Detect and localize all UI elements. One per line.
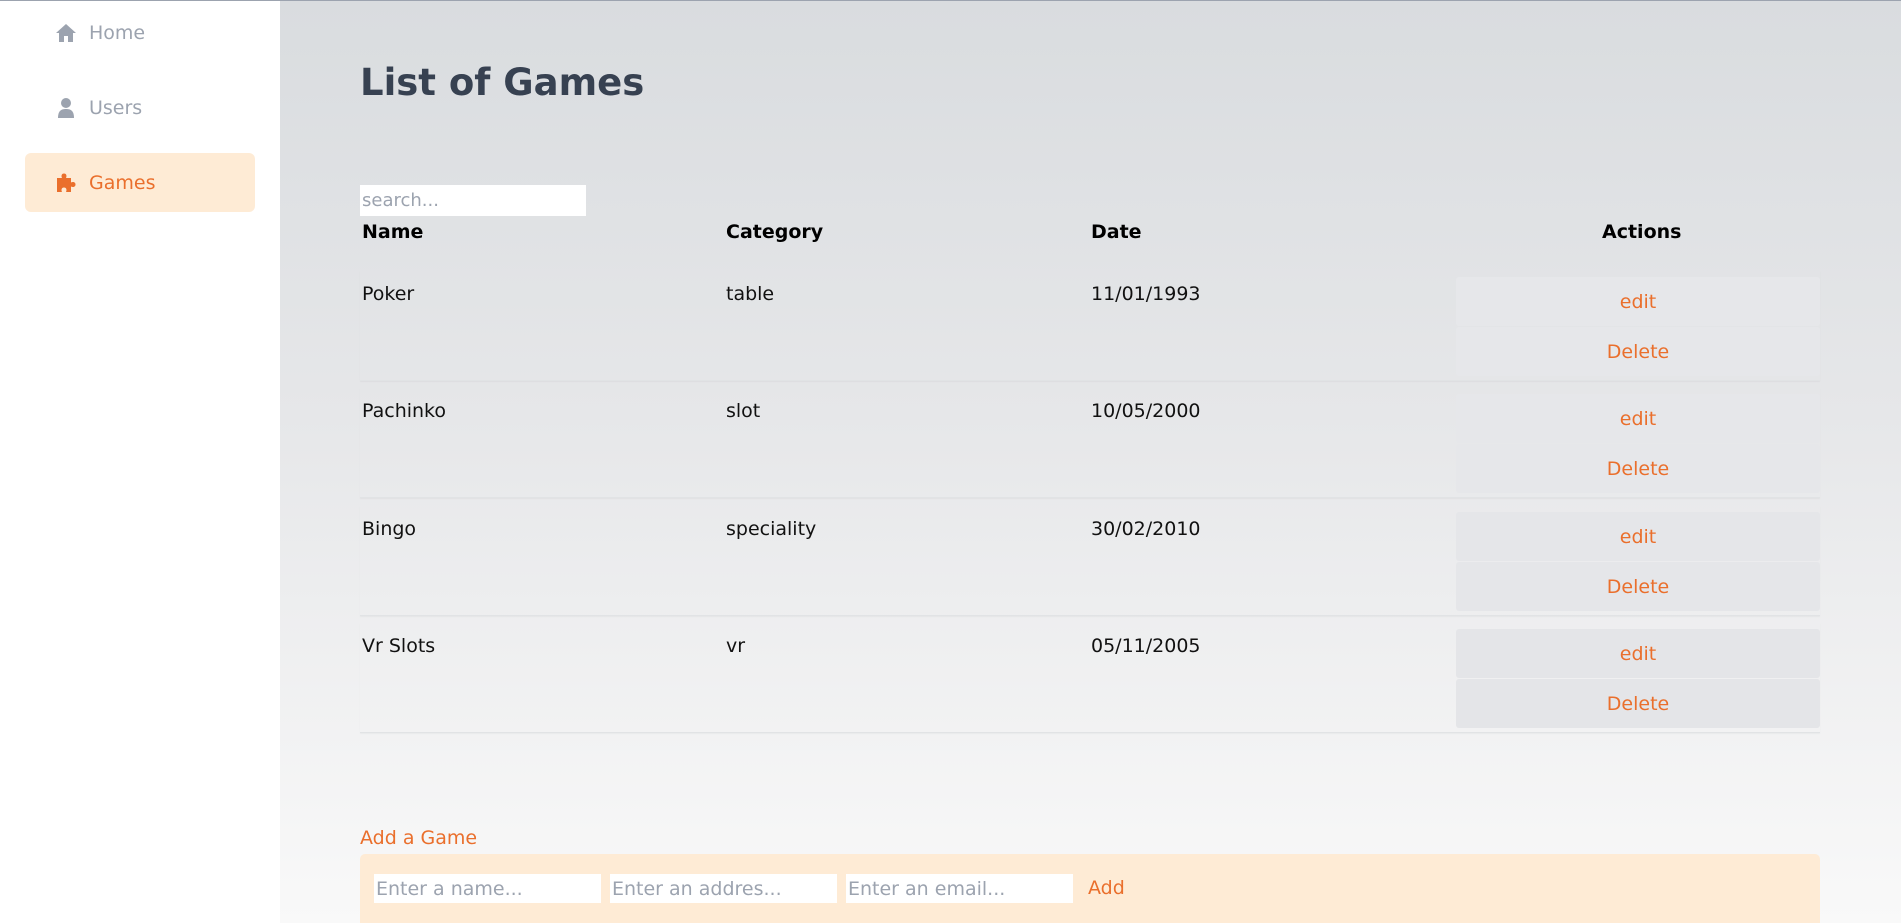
name-field[interactable] xyxy=(374,874,601,903)
sidebar-item-label: Home xyxy=(89,21,146,44)
cell-name: Pachinko xyxy=(362,400,447,422)
cell-category: slot xyxy=(726,400,761,422)
row-actions: edit Delete xyxy=(1456,512,1820,612)
add-game-form: Add xyxy=(360,854,1820,923)
app-root: Home Users Games List of Games Name Cate… xyxy=(0,0,1901,923)
edit-button[interactable]: edit xyxy=(1456,394,1820,443)
search-input[interactable] xyxy=(360,185,586,216)
add-game-title: Add a Game xyxy=(360,827,478,849)
row-actions: edit Delete xyxy=(1456,277,1820,377)
page-title: List of Games xyxy=(360,61,645,104)
cell-name: Vr Slots xyxy=(362,635,436,657)
cell-category: table xyxy=(726,283,775,305)
table-row: Pachinko slot 10/05/2000 edit Delete xyxy=(360,388,1820,498)
delete-button[interactable]: Delete xyxy=(1456,679,1820,728)
edit-button[interactable]: edit xyxy=(1456,629,1820,678)
cell-name: Bingo xyxy=(362,518,417,540)
row-actions: edit Delete xyxy=(1456,629,1820,729)
email-field[interactable] xyxy=(846,874,1073,903)
address-field[interactable] xyxy=(610,874,837,903)
column-header-category: Category xyxy=(726,221,824,243)
table-row: Bingo speciality 30/02/2010 edit Delete xyxy=(360,506,1820,616)
delete-button[interactable]: Delete xyxy=(1456,444,1820,493)
add-button[interactable]: Add xyxy=(1088,874,1125,903)
cell-date: 30/02/2010 xyxy=(1091,518,1201,540)
table-row: Vr Slots vr 05/11/2005 edit Delete xyxy=(360,623,1820,733)
column-header-actions: Actions xyxy=(1602,221,1682,243)
sidebar-item-label: Games xyxy=(89,171,156,194)
cell-category: vr xyxy=(726,635,746,657)
cell-name: Poker xyxy=(362,283,415,305)
row-actions: edit Delete xyxy=(1456,394,1820,494)
delete-button[interactable]: Delete xyxy=(1456,327,1820,376)
column-header-name: Name xyxy=(362,221,424,243)
edit-button[interactable]: edit xyxy=(1456,512,1820,561)
main-content: List of Games Name Category Date Actions… xyxy=(280,0,1901,923)
column-header-date: Date xyxy=(1091,221,1142,243)
home-icon xyxy=(55,22,77,44)
user-icon xyxy=(55,97,77,119)
sidebar-item-games[interactable]: Games xyxy=(25,153,255,212)
cell-category: speciality xyxy=(726,518,817,540)
sidebar-item-users[interactable]: Users xyxy=(25,78,255,137)
puzzle-icon xyxy=(55,172,77,194)
sidebar-item-label: Users xyxy=(89,96,143,119)
cell-date: 05/11/2005 xyxy=(1091,635,1201,657)
cell-date: 11/01/1993 xyxy=(1091,283,1201,305)
sidebar-item-home[interactable]: Home xyxy=(25,3,255,62)
cell-date: 10/05/2000 xyxy=(1091,400,1201,422)
sidebar: Home Users Games xyxy=(0,0,280,923)
edit-button[interactable]: edit xyxy=(1456,277,1820,326)
table-row: Poker table 11/01/1993 edit Delete xyxy=(360,271,1820,381)
delete-button[interactable]: Delete xyxy=(1456,562,1820,611)
